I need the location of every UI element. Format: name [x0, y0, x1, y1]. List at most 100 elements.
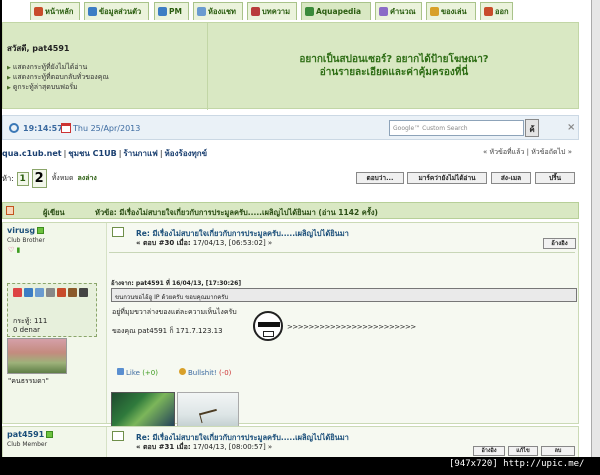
rainbow-icon [430, 7, 439, 16]
tab-pm[interactable]: PM [154, 2, 189, 20]
quote-button[interactable]: อ้างอิง [543, 238, 576, 249]
shop-icon[interactable] [57, 288, 66, 297]
user-links-panel: สวัสดี, pat4591 แสดงกระทู้ที่ยังไม่ได้อ่… [3, 23, 208, 110]
watermark: [947x720] http://upic.me/ [449, 459, 585, 469]
thread-title: หัวข้อ: มีเรื่องไม่สบายใจเกี่ยวกับการประ… [95, 208, 378, 217]
page-all-link[interactable]: ทั้งหมด [52, 173, 74, 184]
tab-calculator[interactable]: คำนวณ [375, 2, 422, 20]
like-icon [117, 368, 124, 375]
scrollbar[interactable] [591, 0, 600, 457]
promo-line-2[interactable]: อ่านรายละเอียดและค่าคุ้มครองที่นี่ [209, 66, 579, 79]
quote-box: ขนกวนขอไอ้อู IP ด้วยครับ ขอบคุณมากครับ [111, 288, 577, 302]
thread-header: ผู้เขียน หัวข้อ: มีเรื่องไม่สบายใจเกี่ยว… [2, 202, 579, 219]
online-status-icon [37, 227, 45, 234]
rage-face-emoticon [253, 311, 283, 341]
topic-navigation[interactable]: « หัวข้อที่แล้ว | หัวข้อถัดไป » [483, 147, 572, 158]
profile-icon [88, 7, 97, 16]
current-time: 19:14:57 [23, 124, 63, 133]
post-body: Re: มีเรื่องไม่สบายใจเกี่ยวกับการประมูลค… [106, 427, 578, 457]
top-tab-bar: หน้าหลัก ข้อมูลส่วนตัว PM ห้องแชท บทความ… [2, 0, 591, 22]
bullshit-icon [179, 368, 186, 375]
poster-name-link[interactable]: virusg [7, 226, 35, 235]
tab-home[interactable]: หน้าหลัก [30, 2, 80, 20]
box-icon[interactable] [68, 288, 77, 297]
online-status-icon [46, 431, 54, 438]
author-column-label: ผู้เขียน [43, 208, 65, 217]
denar-count: 0 denar [13, 326, 41, 334]
post-text-2: ของคุณ pat4591 ก็ 171.7.123.13 [112, 327, 223, 335]
pagination: ห้า: 1 2 ทั้งหมด ลงล่าง [2, 169, 97, 188]
heart-icon: ♡ ▮ [8, 246, 21, 254]
delete-button[interactable]: ลบ [541, 446, 575, 456]
person-icon[interactable] [79, 288, 88, 297]
post-body: Re: มีเรื่องไม่สบายใจเกี่ยวกับการประมูลค… [106, 223, 578, 430]
tab-chat[interactable]: ห้องแชท [193, 2, 243, 20]
bullshit-count: (-0) [218, 369, 232, 377]
poster-name: pat4591 [7, 430, 54, 439]
edit-button[interactable]: แก้ไข [508, 446, 538, 456]
breadcrumb: qua.c1ub.net | ชุมชน C1UB | ร้านกาแฟ | ห้องร้อ… [2, 149, 208, 158]
like-button[interactable]: Like (+0) [117, 368, 158, 377]
bullshit-button[interactable]: Bullshit! (-0) [179, 368, 231, 377]
bullshit-label[interactable]: Bullshit! [188, 369, 217, 377]
forum-page: หน้าหลัก ข้อมูลส่วนตัว PM ห้องแชท บทความ… [2, 0, 591, 457]
quote-button[interactable]: อ้างอิง [473, 446, 505, 456]
like-count: (+0) [142, 369, 158, 377]
post-31: pat4591 Club Member Re: มีเรื่องไม่สบายใ… [2, 426, 579, 457]
go-down-link[interactable]: ลงล่าง [78, 173, 97, 184]
article-icon [251, 7, 260, 16]
poster-name-link[interactable]: pat4591 [7, 430, 44, 439]
calendar-icon [61, 123, 71, 133]
aquarium-thumbnail-2[interactable] [177, 392, 239, 430]
search-button[interactable]: ค้ [525, 119, 539, 137]
tab-articles[interactable]: บทความ [247, 2, 297, 20]
calculator-icon [379, 7, 388, 16]
aquarium-thumbnail-1[interactable] [111, 392, 175, 430]
mark-unread-button[interactable]: มาร์คว่ายังไม่ได้อ่าน [407, 172, 487, 184]
tab-aquapedia[interactable]: Aquapedia [301, 2, 371, 20]
page-label: ห้า: [2, 173, 14, 183]
breadcrumb-complaints[interactable]: ห้องร้องทุกข์ [165, 149, 208, 158]
quote-header[interactable]: อ้างจาก: pat4591 ที่ 16/04/13, [17:30:26… [111, 278, 241, 288]
tab-logout[interactable]: ออก [480, 2, 513, 20]
avatar [7, 338, 67, 374]
sponsor-promo[interactable]: อยากเป็นสปอนเซอร์? อยากได้ป้ายโฆษณา? อ่า… [209, 53, 579, 79]
greeting: สวัสดี, pat4591 [7, 44, 70, 53]
screenshot-frame: หน้าหลัก ข้อมูลส่วนตัว PM ห้องแชท บทความ… [0, 0, 600, 475]
poster-icons [13, 288, 88, 297]
clock-icon [9, 123, 19, 133]
home-icon [34, 7, 43, 16]
post-30: virusg Club Brother ♡ ▮ กระทู้: 111 0 de… [2, 222, 579, 430]
user-header-panel: สวัสดี, pat4591 แสดงกระทู้ที่ยังไม่ได้อ่… [2, 22, 579, 110]
send-mail-button[interactable]: ส่ง-เมล [491, 172, 531, 184]
aquapedia-icon [305, 7, 314, 16]
logout-icon [484, 7, 493, 16]
chat-icon[interactable] [46, 288, 55, 297]
breadcrumb-site[interactable]: qua.c1ub.net [2, 149, 62, 158]
tab-profile[interactable]: ข้อมูลส่วนตัว [84, 2, 149, 20]
like-label[interactable]: Like [126, 369, 140, 377]
current-date: Thu 25/Apr/2013 [73, 124, 141, 133]
chat-icon [197, 7, 206, 16]
breadcrumb-cafe[interactable]: ร้านกาแฟ [123, 149, 157, 158]
reply-number: « ตอบ #30 เมื่อ: [136, 239, 191, 247]
poster-name: virusg [7, 226, 45, 235]
poster-stats-box: กระทู้: 111 0 denar [7, 283, 97, 337]
poster-motto: "คนธรรมดา" [8, 377, 49, 385]
close-icon[interactable]: × [567, 122, 575, 133]
post-icon [112, 227, 124, 237]
search-input[interactable]: Google™ Custom Search [389, 120, 524, 136]
print-button[interactable]: ปริ้น [535, 172, 575, 184]
link-recent-topics[interactable]: ดูกระทู้ล่าสุดบนฟอรั่ม [7, 82, 78, 93]
page-1-link[interactable]: 1 [16, 171, 29, 186]
email-icon[interactable] [13, 288, 22, 297]
topic-icon [6, 206, 14, 215]
promo-line-1[interactable]: อยากเป็นสปอนเซอร์? อยากได้ป้ายโฆษณา? [209, 53, 579, 66]
time-search-bar: 19:14:57 Thu 25/Apr/2013 Google™ Custom … [2, 115, 579, 140]
breadcrumb-community[interactable]: ชุมชน C1UB [68, 149, 116, 158]
post-text-1: อยู่ที่มุมขวาล่างของแต่ละความเห็นไงครับ [112, 308, 237, 316]
reply-button[interactable]: ตอบว่า... [356, 172, 404, 184]
profile-icon[interactable] [24, 288, 33, 297]
tab-toys[interactable]: ของเล่น [426, 2, 476, 20]
pm-icon[interactable] [35, 288, 44, 297]
